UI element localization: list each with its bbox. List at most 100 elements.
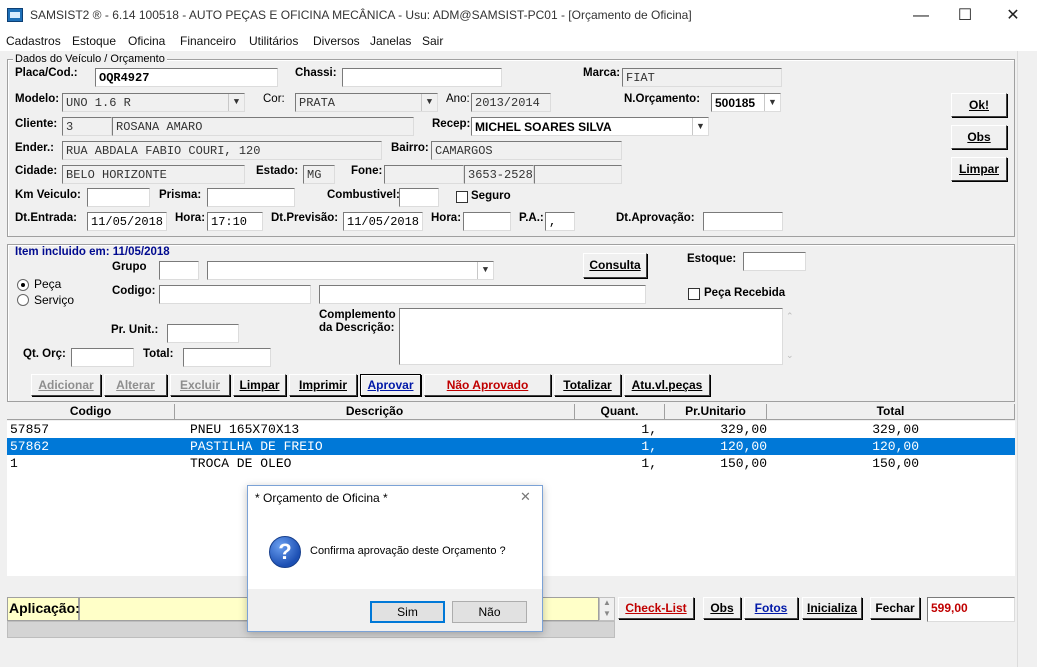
grid-header-quant[interactable]: Quant. [575, 404, 665, 420]
scroll-down-icon[interactable]: ⌄ [786, 350, 794, 361]
close-icon[interactable]: ✕ [990, 2, 1036, 30]
cell-prunit: 120,00 [720, 439, 767, 454]
question-icon: ? [269, 536, 301, 568]
servico-radio[interactable] [17, 294, 29, 306]
fone2-field[interactable]: 3653-2528 [464, 165, 534, 184]
peca-radio[interactable] [17, 279, 29, 291]
norc-select[interactable]: 500185 ▼ [711, 93, 781, 112]
peca-recebida-checkbox[interactable] [688, 288, 700, 300]
checklist-button[interactable]: Check-List [618, 597, 694, 619]
dtprev-input[interactable]: 11/05/2018 [343, 212, 423, 231]
cliente-cod-field[interactable]: 3 [62, 117, 112, 136]
imprimir-button[interactable]: Imprimir [289, 374, 357, 396]
prisma-input[interactable] [207, 188, 295, 207]
menu-diversos[interactable]: Diversos [313, 34, 360, 48]
alterar-button[interactable]: Alterar [104, 374, 167, 396]
maximize-icon[interactable]: ☐ [942, 2, 988, 30]
codigo-desc-input[interactable] [319, 285, 646, 304]
scroll-up-icon[interactable]: ▲ [603, 598, 611, 607]
menu-sair[interactable]: Sair [422, 34, 443, 48]
fone1-field[interactable] [384, 165, 464, 184]
cor-select[interactable]: PRATA ▼ [295, 93, 438, 112]
cidade-field[interactable]: BELO HORIZONTE [62, 165, 245, 184]
app-icon[interactable] [7, 8, 23, 22]
obs-bottom-button[interactable]: Obs [703, 597, 741, 619]
scroll-down-icon[interactable]: ▼ [603, 609, 611, 618]
cliente-nome-field[interactable]: ROSANA AMARO [112, 117, 414, 136]
grupo-select[interactable]: ▼ [207, 261, 494, 280]
scroll-up-icon[interactable]: ⌃ [786, 311, 794, 322]
adicionar-button[interactable]: Adicionar [31, 374, 101, 396]
table-row[interactable]: 1 TROCA DE OLEO 1, 150,00 150,00 [7, 455, 1015, 472]
limpar-vehicle-button[interactable]: Limpar [951, 157, 1007, 181]
inicializa-button[interactable]: Inicializa [802, 597, 862, 619]
dtaprov-input[interactable] [703, 212, 783, 231]
chevron-down-icon[interactable]: ▼ [692, 118, 708, 135]
cell-prunit: 150,00 [720, 456, 767, 471]
table-row-selected[interactable]: 57862 PASTILHA DE FREIO 1, 120,00 120,00 [7, 438, 1015, 455]
menu-cadastros[interactable]: Cadastros [6, 34, 61, 48]
minimize-icon[interactable]: — [898, 2, 944, 30]
grid-header-prunit[interactable]: Pr.Unitario [665, 404, 767, 420]
aplicacao-scrollbar[interactable]: ▲ ▼ [599, 597, 615, 621]
menu-janelas[interactable]: Janelas [370, 34, 411, 48]
ok-button[interactable]: Ok! [951, 93, 1007, 117]
total-field[interactable] [183, 348, 271, 367]
grid-header-codigo[interactable]: Codigo [7, 404, 175, 420]
menu-estoque[interactable]: Estoque [72, 34, 116, 48]
sim-button[interactable]: Sim [370, 601, 445, 623]
fone3-field[interactable] [534, 165, 622, 184]
atu-vl-pecas-button[interactable]: Atu.vl.peças [624, 374, 710, 396]
cell-quant: 1, [641, 439, 657, 454]
recep-value: MICHEL SOARES SILVA [475, 120, 612, 134]
cell-codigo: 57857 [10, 422, 50, 437]
obs-button[interactable]: Obs [951, 125, 1007, 149]
bairro-field[interactable]: CAMARGOS [431, 141, 622, 160]
nao-button[interactable]: Não [452, 601, 527, 623]
km-input[interactable] [87, 188, 150, 207]
consulta-button[interactable]: Consulta [583, 253, 647, 278]
combustivel-input[interactable] [399, 188, 439, 207]
prunit-input[interactable] [167, 324, 239, 343]
complemento-textarea[interactable] [399, 308, 783, 365]
servico-radio-label: Serviço [34, 293, 75, 307]
pa-input[interactable]: , [545, 212, 575, 231]
table-row[interactable]: 57857 PNEU 165X70X13 1, 329,00 329,00 [7, 421, 1015, 438]
dtentrada-input[interactable]: 11/05/2018 [87, 212, 167, 231]
chevron-down-icon[interactable]: ▼ [477, 262, 493, 279]
menu-oficina[interactable]: Oficina [128, 34, 165, 48]
fotos-button[interactable]: Fotos [744, 597, 798, 619]
estoque-field[interactable] [743, 252, 806, 271]
peca-radio-label: Peça [34, 277, 62, 291]
recep-select[interactable]: MICHEL SOARES SILVA ▼ [471, 117, 709, 136]
marca-field: FIAT [622, 68, 782, 87]
hora-label: Hora: [175, 212, 206, 224]
placa-input[interactable]: OQR4927 [95, 68, 278, 87]
modelo-select[interactable]: UNO 1.6 R ▼ [62, 93, 245, 112]
codigo-input[interactable] [159, 285, 311, 304]
chevron-down-icon[interactable]: ▼ [228, 94, 244, 111]
seguro-checkbox[interactable] [456, 191, 468, 203]
grupo-cod-input[interactable] [159, 261, 199, 280]
grid-header-descricao[interactable]: Descrição [175, 404, 575, 420]
menu-utilitarios[interactable]: Utilitários [249, 34, 298, 48]
total-label: Total: [143, 348, 174, 360]
estoque-label: Estoque: [687, 253, 737, 265]
dialog-close-icon[interactable]: ✕ [520, 489, 531, 505]
fechar-button[interactable]: Fechar [870, 597, 920, 619]
chevron-down-icon[interactable]: ▼ [764, 94, 780, 111]
qtorc-input[interactable] [71, 348, 134, 367]
excluir-button[interactable]: Excluir [170, 374, 230, 396]
aprovar-button[interactable]: Aprovar [360, 374, 421, 396]
nao-aprovado-button[interactable]: Não Aprovado [424, 374, 551, 396]
menu-financeiro[interactable]: Financeiro [180, 34, 236, 48]
chassi-input[interactable] [342, 68, 502, 87]
estado-field[interactable]: MG [303, 165, 335, 184]
grid-header-total[interactable]: Total [767, 404, 1015, 420]
totalizar-button[interactable]: Totalizar [554, 374, 621, 396]
ender-field[interactable]: RUA ABDALA FABIO COURI, 120 [62, 141, 382, 160]
chevron-down-icon[interactable]: ▼ [421, 94, 437, 111]
limpar-item-button[interactable]: Limpar [233, 374, 286, 396]
hora2-input[interactable] [463, 212, 511, 231]
hora-input[interactable]: 17:10 [207, 212, 263, 231]
